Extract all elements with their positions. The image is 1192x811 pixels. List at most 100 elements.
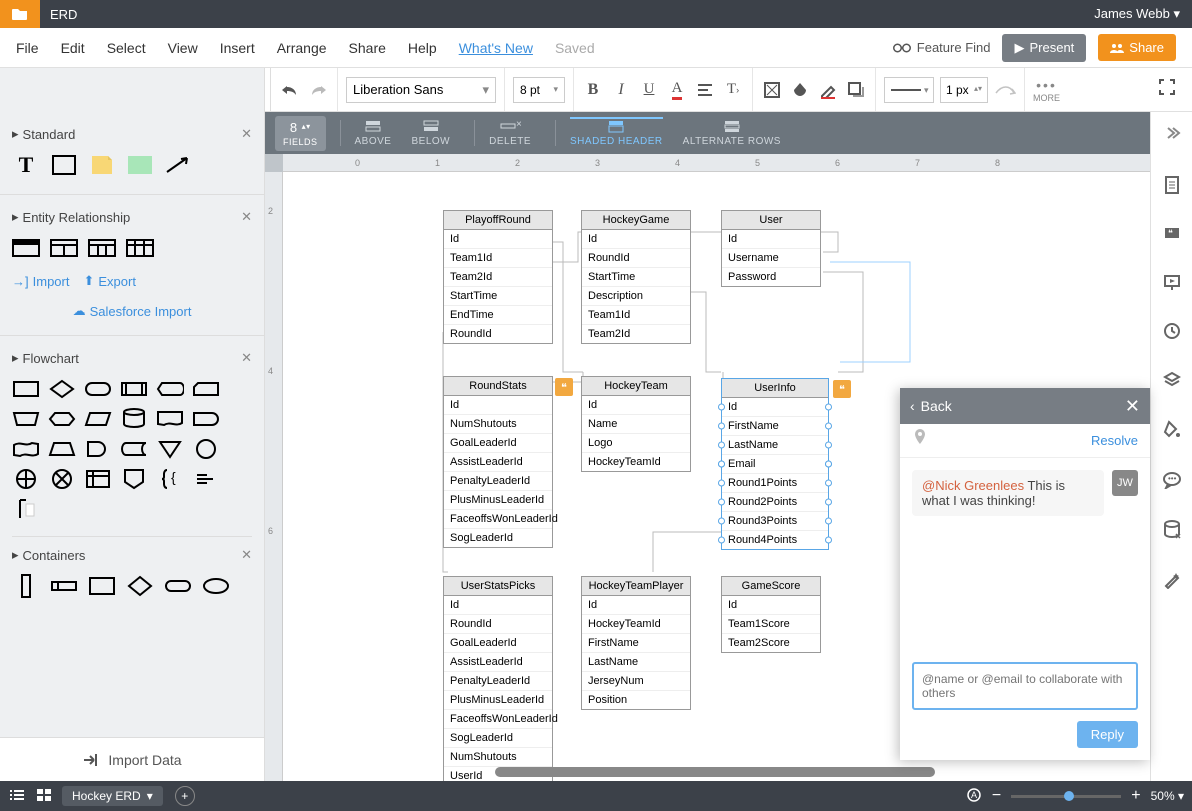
insert-above[interactable]: ABOVE xyxy=(355,119,392,147)
chat-icon[interactable]: ••• xyxy=(1162,471,1182,494)
fc-triangle[interactable] xyxy=(156,438,184,460)
menu-select[interactable]: Select xyxy=(107,40,146,56)
fill-color-icon[interactable] xyxy=(789,79,811,101)
menu-view[interactable]: View xyxy=(168,40,198,56)
section-standard[interactable]: ▸ Standard✕ xyxy=(12,120,252,148)
table-user[interactable]: UserIdUsernamePassword xyxy=(721,210,821,287)
fc-circle[interactable] xyxy=(192,438,220,460)
alternate-rows[interactable]: ALTERNATE ROWS xyxy=(683,119,781,147)
fc-process[interactable] xyxy=(120,378,148,400)
underline-icon[interactable]: U xyxy=(638,79,660,101)
font-select[interactable]: Liberation Sans▾ xyxy=(346,77,496,103)
export-link[interactable]: ⬆ Export xyxy=(83,273,135,289)
erd-shape-3[interactable] xyxy=(88,237,116,259)
fc-storeddata[interactable] xyxy=(120,438,148,460)
history-icon[interactable] xyxy=(1163,322,1181,345)
erd-shape-2[interactable] xyxy=(50,237,78,259)
zoom-level[interactable]: 50% ▾ xyxy=(1151,789,1184,803)
menu-share[interactable]: Share xyxy=(349,40,386,56)
fc-tape[interactable] xyxy=(12,438,40,460)
resolve-link[interactable]: Resolve xyxy=(1091,433,1138,448)
fc-diamond[interactable] xyxy=(48,378,76,400)
fc-trapezoid[interactable] xyxy=(48,438,76,460)
fc-offpage[interactable] xyxy=(120,468,148,490)
grid-view-icon[interactable] xyxy=(36,788,52,805)
line-arrow-icon[interactable] xyxy=(994,79,1016,101)
fc-manual[interactable] xyxy=(12,408,40,430)
fc-card[interactable] xyxy=(192,378,220,400)
section-entity[interactable]: ▸ Entity Relationship✕ xyxy=(12,203,252,231)
note-shape[interactable] xyxy=(88,154,116,176)
arrow-shape[interactable] xyxy=(164,154,192,176)
comment-marker-active[interactable]: ❝ xyxy=(833,380,851,398)
shadow-icon[interactable] xyxy=(845,79,867,101)
fc-document[interactable] xyxy=(156,408,184,430)
menu-insert[interactable]: Insert xyxy=(220,40,255,56)
undo-icon[interactable] xyxy=(279,79,301,101)
insert-below[interactable]: BELOW xyxy=(411,119,450,147)
page-tab[interactable]: Hockey ERD ▾ xyxy=(62,786,163,806)
close-icon[interactable]: ✕ xyxy=(241,350,252,366)
table-hockeygame[interactable]: HockeyGameIdRoundIdStartTimeDescriptionT… xyxy=(581,210,691,344)
line-style-select[interactable]: ▾ xyxy=(884,77,934,103)
zoom-out[interactable]: − xyxy=(992,787,1001,805)
fc-sum[interactable] xyxy=(12,468,40,490)
shaded-header[interactable]: SHADED HEADER xyxy=(570,117,663,147)
erd-shape-1[interactable] xyxy=(12,237,40,259)
text-color-icon[interactable]: A xyxy=(666,79,688,101)
table-playoffround[interactable]: PlayoffRoundIdTeam1IdTeam2IdStartTimeEnd… xyxy=(443,210,553,344)
pin-icon[interactable] xyxy=(912,429,928,452)
rect-shape[interactable] xyxy=(50,154,78,176)
cont-ellipse[interactable] xyxy=(202,575,230,597)
bold-icon[interactable]: B xyxy=(582,79,604,101)
close-icon[interactable]: ✕ xyxy=(1125,396,1140,417)
reply-button[interactable]: Reply xyxy=(1077,721,1138,748)
more-button[interactable]: ••• MORE xyxy=(1033,77,1060,103)
paint-icon[interactable] xyxy=(1163,420,1181,445)
add-page-button[interactable]: + xyxy=(175,786,195,806)
menu-help[interactable]: Help xyxy=(408,40,437,56)
fields-count[interactable]: 8▴▾ FIELDS xyxy=(275,116,326,151)
fc-brace[interactable]: { xyxy=(156,468,184,490)
salesforce-import-link[interactable]: ☁ Salesforce Import xyxy=(12,303,252,319)
layers-icon[interactable] xyxy=(1163,371,1181,394)
import-data-button[interactable]: Import Data xyxy=(0,737,264,781)
zoom-slider[interactable] xyxy=(1011,795,1121,798)
present-button[interactable]: ▶ Present xyxy=(1002,34,1086,62)
share-button[interactable]: Share xyxy=(1098,34,1176,61)
feature-find[interactable]: Feature Find xyxy=(893,40,991,55)
list-view-icon[interactable] xyxy=(8,788,26,805)
redo-icon[interactable] xyxy=(307,79,329,101)
italic-icon[interactable]: I xyxy=(610,79,632,101)
erd-shape-4[interactable] xyxy=(126,237,154,259)
menu-file[interactable]: File xyxy=(16,40,39,56)
menu-arrange[interactable]: Arrange xyxy=(277,40,327,56)
cont-pill[interactable] xyxy=(164,575,192,597)
line-width-select[interactable]: 1 px▴▾ xyxy=(940,77,988,103)
text-shape[interactable]: T xyxy=(12,154,40,176)
comment-marker[interactable]: ❝ xyxy=(555,378,573,396)
cont-rect[interactable] xyxy=(88,575,116,597)
table-hockeyteamplayer[interactable]: HockeyTeamPlayerIdHockeyTeamIdFirstNameL… xyxy=(581,576,691,710)
fc-and[interactable] xyxy=(84,438,112,460)
table-userinfo[interactable]: UserInfo Id FirstName LastName Email Rou… xyxy=(721,378,829,550)
align-icon[interactable] xyxy=(694,79,716,101)
comment-icon[interactable]: ❝ xyxy=(1163,226,1181,247)
database-icon[interactable] xyxy=(1163,520,1181,545)
close-icon[interactable]: ✕ xyxy=(241,547,252,563)
cont-vbar[interactable] xyxy=(12,575,40,597)
section-flowchart[interactable]: ▸ Flowchart✕ xyxy=(12,344,252,372)
fc-display[interactable] xyxy=(156,378,184,400)
fc-internal[interactable] xyxy=(84,468,112,490)
size-select[interactable]: 8 pt▾ xyxy=(513,77,565,103)
delete-row[interactable]: ×DELETE xyxy=(489,119,531,147)
fc-delay[interactable] xyxy=(192,408,220,430)
folder-icon[interactable] xyxy=(0,0,40,28)
fc-note[interactable] xyxy=(12,498,40,520)
close-icon[interactable]: ✕ xyxy=(241,126,252,142)
fc-annotation[interactable] xyxy=(192,468,220,490)
table-hockeyteam[interactable]: HockeyTeamIdNameLogoHockeyTeamId xyxy=(581,376,691,472)
fc-or[interactable] xyxy=(48,468,76,490)
user-menu[interactable]: James Webb ▾ xyxy=(1094,6,1180,22)
zoom-in[interactable]: + xyxy=(1131,787,1140,805)
